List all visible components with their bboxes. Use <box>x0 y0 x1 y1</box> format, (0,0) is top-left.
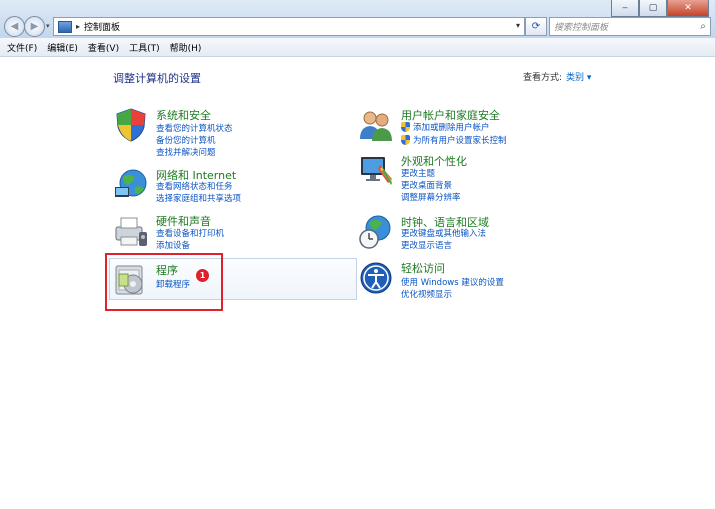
breadcrumb-control-panel[interactable]: 控制面板 <box>84 20 120 33</box>
annotation-step-badge: 1 <box>195 268 210 283</box>
printer-icon[interactable] <box>113 213 149 249</box>
close-icon: ✕ <box>684 3 692 13</box>
shield-icon[interactable] <box>113 107 149 143</box>
view-by-label: 查看方式: <box>523 73 563 83</box>
link-optimize-display[interactable]: 优化视频显示 <box>401 288 452 300</box>
link-recommended-settings[interactable]: 使用 Windows 建议的设置 <box>401 276 504 288</box>
monitor-paint-icon[interactable] <box>358 153 394 189</box>
category-title-system-security[interactable]: 系统和安全 <box>156 107 211 123</box>
link-add-remove-accounts[interactable]: 添加或删除用户帐户 <box>401 121 490 133</box>
link-parental-controls-label: 为所有用户设置家长控制 <box>413 136 507 146</box>
refresh-icon: ⟳ <box>531 21 541 32</box>
link-view-network-status[interactable]: 查看网络状态和任务 <box>156 180 233 192</box>
forward-button[interactable]: ▶ <box>24 16 45 37</box>
link-change-theme[interactable]: 更改主题 <box>401 167 435 179</box>
control-panel-content: 调整计算机的设置 查看方式: 类别 ▾ 系统和安全 查看您的计算机状态 备份您的… <box>0 57 715 509</box>
menu-tools[interactable]: 工具(T) <box>124 41 165 54</box>
uac-shield-icon <box>401 135 410 145</box>
search-box[interactable]: 搜索控制面板 ⌕ <box>549 17 711 36</box>
ease-of-access-icon[interactable] <box>358 260 394 296</box>
menu-file[interactable]: 文件(F) <box>0 41 42 54</box>
address-bar[interactable]: ▸ 控制面板 ▾ <box>53 17 525 36</box>
maximize-icon: ▢ <box>648 3 658 13</box>
maximize-button[interactable]: ▢ <box>639 0 667 17</box>
link-parental-controls[interactable]: 为所有用户设置家长控制 <box>401 134 507 146</box>
link-backup-computer[interactable]: 备份您的计算机 <box>156 134 216 146</box>
refresh-button[interactable]: ⟳ <box>525 17 547 36</box>
page-title: 调整计算机的设置 <box>113 72 201 85</box>
menu-edit[interactable]: 编辑(E) <box>42 41 83 54</box>
uac-shield-icon <box>401 122 410 132</box>
search-icon[interactable]: ⌕ <box>696 21 710 32</box>
title-bar: ‒ ▢ ✕ ◀ ▶ ▾ ▸ 控制面板 ▾ ⟳ 搜索控制面板 ⌕ <box>0 0 715 38</box>
view-by-dropdown[interactable]: 类别 ▾ <box>566 70 591 83</box>
recent-pages-dropdown[interactable]: ▾ <box>46 22 50 30</box>
address-dropdown-icon[interactable]: ▾ <box>516 21 520 30</box>
search-input[interactable]: 搜索控制面板 <box>554 20 696 33</box>
link-troubleshoot[interactable]: 查找并解决问题 <box>156 146 216 158</box>
menu-view[interactable]: 查看(V) <box>83 41 124 54</box>
forward-arrow-icon: ▶ <box>30 21 39 32</box>
link-display-language[interactable]: 更改显示语言 <box>401 239 452 251</box>
network-globe-icon[interactable] <box>113 167 149 203</box>
menu-bar: 文件(F) 编辑(E) 查看(V) 工具(T) 帮助(H) <box>0 38 715 57</box>
category-title-ease-of-access[interactable]: 轻松访问 <box>401 260 445 276</box>
menu-help[interactable]: 帮助(H) <box>165 41 207 54</box>
users-icon[interactable] <box>358 107 394 143</box>
link-screen-resolution[interactable]: 调整屏幕分辨率 <box>401 191 461 203</box>
back-button[interactable]: ◀ <box>4 16 25 37</box>
link-homegroup-sharing[interactable]: 选择家庭组和共享选项 <box>156 192 241 204</box>
link-devices-printers[interactable]: 查看设备和打印机 <box>156 227 224 239</box>
link-desktop-background[interactable]: 更改桌面背景 <box>401 179 452 191</box>
close-button[interactable]: ✕ <box>667 0 709 17</box>
breadcrumb-separator-icon: ▸ <box>76 22 81 31</box>
link-add-device[interactable]: 添加设备 <box>156 239 190 251</box>
link-change-keyboard[interactable]: 更改键盘或其他输入法 <box>401 227 486 239</box>
link-add-remove-accounts-label: 添加或删除用户帐户 <box>413 123 490 133</box>
window-controls: ‒ ▢ ✕ <box>611 0 709 17</box>
control-panel-icon <box>58 20 72 33</box>
back-arrow-icon: ◀ <box>10 21 19 32</box>
minimize-icon: ‒ <box>622 3 628 13</box>
globe-clock-icon[interactable] <box>358 214 394 250</box>
link-view-computer-status[interactable]: 查看您的计算机状态 <box>156 122 233 134</box>
minimize-button[interactable]: ‒ <box>611 0 639 17</box>
